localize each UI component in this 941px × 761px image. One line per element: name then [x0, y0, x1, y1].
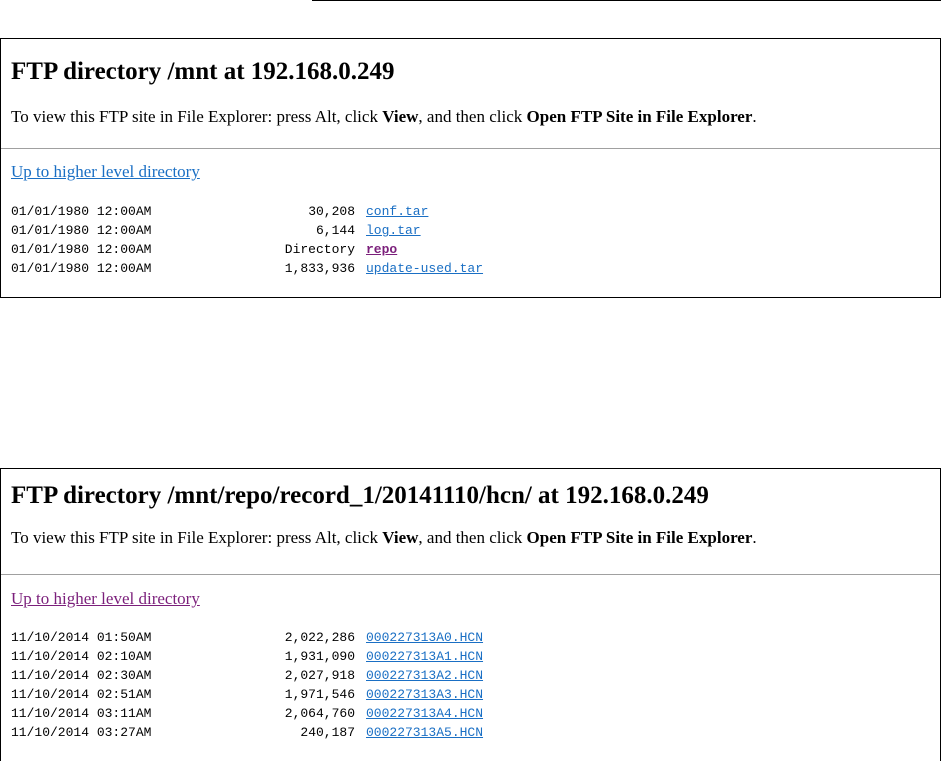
list-item: 11/10/2014 03:27AM 240,187 000227313A5.HCN	[11, 723, 483, 742]
list-item: 11/10/2014 01:50AM 2,022,286 000227313A0.H…	[11, 628, 483, 647]
ftp-listing-panel-hcn: FTP directory /mnt/repo/record_1/2014111…	[0, 468, 941, 761]
intro-prefix: To view this FTP site in File Explorer: …	[11, 528, 383, 547]
entry-datetime: 01/01/1980 12:00AM	[11, 261, 152, 276]
intro-suffix: .	[752, 528, 757, 547]
list-item: 11/10/2014 02:10AM 1,931,090 000227313A1.H…	[11, 647, 483, 666]
file-listing: 11/10/2014 01:50AM 2,022,286 000227313A0.H…	[11, 628, 483, 742]
list-item: 11/10/2014 03:11AM 2,064,760 000227313A4.H…	[11, 704, 483, 723]
entry-size: 30,208	[308, 204, 355, 219]
file-link-hcn-a1[interactable]: 000227313A1.HCN	[366, 649, 483, 664]
intro-open-keyword: Open FTP Site in File Explorer	[526, 528, 753, 547]
directory-link-repo[interactable]: repo	[366, 242, 397, 257]
intro-view-keyword: View	[382, 107, 419, 126]
entry-size: 2,022,286	[284, 630, 355, 645]
entry-size: Directory	[284, 242, 355, 257]
page-title: FTP directory /mnt at 192.168.0.249	[11, 58, 395, 85]
ftp-listing-panel-mnt: FTP directory /mnt at 192.168.0.249 To v…	[0, 38, 941, 298]
file-link-hcn-a5[interactable]: 000227313A5.HCN	[366, 725, 483, 740]
entry-datetime: 11/10/2014 02:10AM	[11, 649, 152, 664]
window-top-border	[312, 0, 941, 1]
intro-suffix: .	[752, 107, 757, 126]
file-link-hcn-a3[interactable]: 000227313A3.HCN	[366, 687, 483, 702]
file-listing: 01/01/1980 12:00AM 30,208 conf.tar 01/01/1…	[11, 202, 483, 278]
up-directory-link[interactable]: Up to higher level directory	[11, 162, 200, 182]
entry-datetime: 11/10/2014 02:30AM	[11, 668, 152, 683]
intro-text: To view this FTP site in File Explorer: …	[11, 528, 930, 548]
entry-datetime: 01/01/1980 12:00AM	[11, 223, 152, 238]
entry-datetime: 11/10/2014 01:50AM	[11, 630, 152, 645]
entry-datetime: 11/10/2014 02:51AM	[11, 687, 152, 702]
file-link-hcn-a2[interactable]: 000227313A2.HCN	[366, 668, 483, 683]
entry-datetime: 01/01/1980 12:00AM	[11, 204, 152, 219]
intro-view-keyword: View	[382, 528, 419, 547]
entry-datetime: 11/10/2014 03:11AM	[11, 706, 152, 721]
entry-size: 6,144	[315, 223, 355, 238]
entry-size: 1,931,090	[284, 649, 355, 664]
list-item: 11/10/2014 02:30AM 2,027,918 000227313A2.H…	[11, 666, 483, 685]
up-directory-link[interactable]: Up to higher level directory	[11, 589, 200, 609]
intro-middle: , and then click	[418, 107, 527, 126]
intro-prefix: To view this FTP site in File Explorer: …	[11, 107, 383, 126]
file-link-conf-tar[interactable]: conf.tar	[366, 204, 428, 219]
entry-size: 240,187	[300, 725, 355, 740]
list-item: 01/01/1980 12:00AM Directory repo	[11, 240, 483, 259]
intro-text: To view this FTP site in File Explorer: …	[11, 107, 930, 127]
file-link-update-used-tar[interactable]: update-used.tar	[366, 261, 483, 276]
intro-middle: , and then click	[418, 528, 527, 547]
file-link-hcn-a0[interactable]: 000227313A0.HCN	[366, 630, 483, 645]
divider	[1, 574, 940, 575]
intro-open-keyword: Open FTP Site in File Explorer	[526, 107, 753, 126]
list-item: 01/01/1980 12:00AM 1,833,936 update-used.t…	[11, 259, 483, 278]
page-title: FTP directory /mnt/repo/record_1/2014111…	[11, 482, 709, 509]
list-item: 01/01/1980 12:00AM 30,208 conf.tar	[11, 202, 483, 221]
list-item: 11/10/2014 02:51AM 1,971,546 000227313A3.H…	[11, 685, 483, 704]
file-link-log-tar[interactable]: log.tar	[366, 223, 421, 238]
file-link-hcn-a4[interactable]: 000227313A4.HCN	[366, 706, 483, 721]
entry-size: 2,027,918	[284, 668, 355, 683]
entry-datetime: 11/10/2014 03:27AM	[11, 725, 152, 740]
entry-size: 1,833,936	[284, 261, 355, 276]
entry-size: 2,064,760	[284, 706, 355, 721]
entry-datetime: 01/01/1980 12:00AM	[11, 242, 152, 257]
divider	[1, 148, 940, 149]
entry-size: 1,971,546	[284, 687, 355, 702]
list-item: 01/01/1980 12:00AM 6,144 log.tar	[11, 221, 483, 240]
